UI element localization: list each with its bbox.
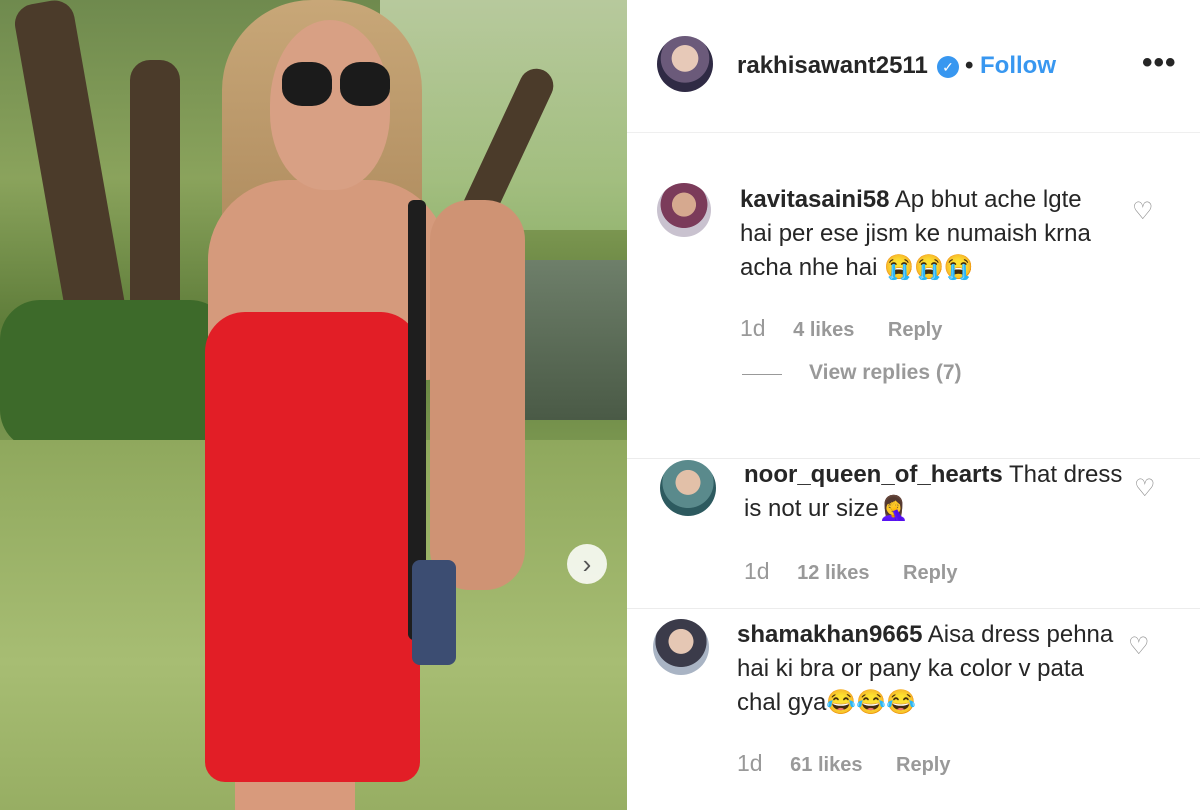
avatar[interactable] (657, 183, 711, 237)
chevron-right-icon: › (582, 549, 592, 579)
avatar[interactable] (653, 619, 709, 675)
comments-panel: rakhisawant2511 ✓ • Follow ••• kavitasai… (627, 0, 1200, 810)
comment-likes[interactable]: 61 likes (790, 754, 862, 776)
comment-meta: 1d 12 likes Reply (744, 558, 957, 585)
comment-username[interactable]: shamakhan9665 (737, 621, 922, 648)
comment-time: 1d (744, 558, 770, 584)
avatar[interactable] (660, 460, 716, 516)
comment-username[interactable]: noor_queen_of_hearts (744, 461, 1003, 488)
comment-meta: 1d 4 likes Reply (740, 315, 942, 342)
separator-dot: • (965, 52, 974, 79)
photo-red-dress (205, 312, 420, 782)
comment-likes[interactable]: 12 likes (797, 562, 869, 584)
comment-likes[interactable]: 4 likes (793, 319, 854, 341)
more-options-icon[interactable]: ••• (1142, 46, 1177, 80)
photo-hedge (0, 300, 230, 450)
photo-sunglasses (282, 62, 392, 108)
view-replies-button[interactable]: View replies (7) (809, 361, 962, 385)
comment-body: noor_queen_of_hearts That dress is not u… (744, 458, 1124, 526)
divider (627, 608, 1200, 609)
comment-time: 1d (737, 750, 763, 776)
view-replies-line (742, 374, 782, 375)
avatar[interactable] (657, 36, 713, 92)
photo-arm (430, 200, 525, 590)
post-username[interactable]: rakhisawant2511 (737, 52, 928, 80)
photo-tree-trunk (130, 60, 180, 320)
post-header: rakhisawant2511 ✓ • Follow ••• (627, 0, 1200, 133)
verified-badge-icon: ✓ (937, 56, 959, 78)
comment-username[interactable]: kavitasaini58 (740, 186, 889, 213)
comment-body: shamakhan9665 Aisa dress pehna hai ki br… (737, 618, 1117, 720)
heart-icon[interactable]: ♡ (1132, 197, 1154, 226)
heart-icon[interactable]: ♡ (1128, 632, 1150, 661)
comment-time: 1d (740, 315, 766, 341)
next-photo-button[interactable]: › (567, 544, 607, 584)
follow-button[interactable]: Follow (980, 52, 1056, 80)
reply-button[interactable]: Reply (888, 319, 942, 341)
photo-bag (412, 560, 456, 665)
comment-meta: 1d 61 likes Reply (737, 750, 950, 777)
heart-icon[interactable]: ♡ (1134, 474, 1156, 503)
comment-body: kavitasaini58 Ap bhut ache lgte hai per … (740, 183, 1120, 285)
post-photo: › (0, 0, 627, 810)
reply-button[interactable]: Reply (896, 754, 950, 776)
reply-button[interactable]: Reply (903, 562, 957, 584)
photo-tree-trunk (11, 0, 129, 333)
